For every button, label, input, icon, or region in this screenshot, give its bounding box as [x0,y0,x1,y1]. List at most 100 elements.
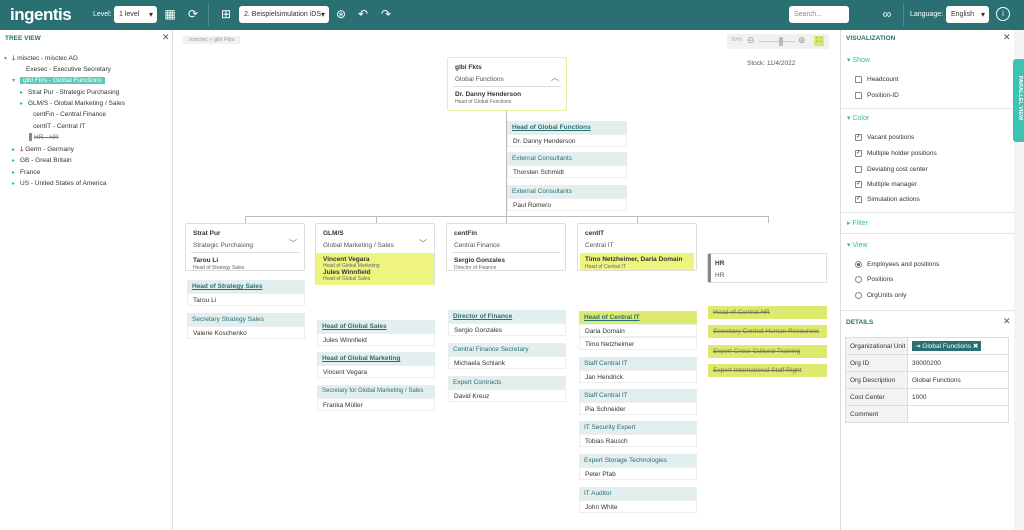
checkbox[interactable] [855,76,862,83]
chevron-down-icon[interactable]: ﹀ [289,238,297,249]
checkbox-checked[interactable]: ✓ [855,196,862,203]
remove-icon[interactable]: ✖ [973,343,978,350]
position-holder[interactable]: Franka Müller [317,398,435,411]
close-icon[interactable]: ✕ [1003,32,1011,43]
chevron-down-icon[interactable]: ﹀ [419,238,427,249]
org-unit-card-root[interactable]: glbl Fkts Global Functions ︿ Dr. Danny H… [447,57,567,111]
tree-item[interactable]: centFin - Central Finance [33,110,106,120]
radio-positions[interactable]: Positions [855,276,893,283]
org-unit-card-deleted[interactable]: HR HR [707,253,827,283]
position-holder[interactable]: Jules Winnfield [317,333,435,346]
position-title[interactable]: Staff Central IT [579,389,697,402]
position-holder[interactable]: Daria Domain [579,324,697,337]
zoom-out-icon[interactable]: ⊖ [747,35,755,46]
position-title-deleted[interactable]: Secretary Central Human Resources [708,325,827,338]
position-holder[interactable]: Peter Pfab [579,467,697,480]
org-unit-chip[interactable]: ⇥ Global Functions ✖ [912,341,982,351]
checkbox-headcount[interactable]: Headcount [855,76,898,83]
org-unit-card[interactable]: Strat Pur Strategic Purchasing ﹀ Tarou L… [185,223,305,271]
position-title[interactable]: IT Auditor [579,487,697,500]
parallel-view-tab[interactable]: PARALLEL VIEW [1013,59,1024,142]
position-title[interactable]: Secretary for Global Marketing / Sales [317,385,435,398]
position-holder[interactable]: John White [579,500,697,513]
tree-item[interactable]: centIT - Central IT [33,122,85,132]
position-title[interactable]: Expert Storage Technologies [579,454,697,467]
checkbox-checked[interactable]: ✓ [855,150,862,157]
radio[interactable] [855,276,862,283]
position-holder[interactable]: Michaela Schlank [448,356,566,369]
tree-item[interactable]: ▾ 🡓 misctec - misctec AG [4,54,78,64]
checkbox-position-id[interactable]: Position-ID [855,92,899,99]
expand-icon[interactable]: ▸ [20,88,28,98]
position-title[interactable]: Staff Central IT [579,357,697,370]
tree-item[interactable]: HR - HR [29,133,59,143]
color-section-toggle[interactable]: ▾ Color [847,114,869,122]
position-holder[interactable]: Tobias Rausch [579,434,697,447]
radio-orgunits-only[interactable]: OrgUnits only [855,292,906,299]
position-title[interactable]: Secretary Strategy Sales [187,313,305,326]
close-icon[interactable]: ✕ [162,32,170,43]
position-title[interactable]: External Consultants [507,152,627,165]
radio[interactable] [855,292,862,299]
checkbox-vacant-positions[interactable]: ✓ Vacant positions [855,134,914,141]
position-title[interactable]: IT Security Expert [579,421,697,434]
tree-item[interactable]: ▾ glbl Fkts - Global Functions [12,76,105,86]
collapse-icon[interactable]: ▾ [4,54,12,64]
breadcrumb[interactable]: misctec > glbl Fkts [183,36,241,44]
position-holder[interactable]: Valerie Koschenko [187,326,305,339]
checkbox-simulation-actions[interactable]: ✓ Simulation actions [855,196,920,203]
checkbox-checked[interactable]: ✓ [855,134,862,141]
expand-icon[interactable]: ▸ [20,99,28,109]
language-select[interactable]: English ▾ [946,6,989,23]
tree-item[interactable]: ▸ Strat Pur - Strategic Purchasing [20,88,119,98]
close-icon[interactable]: ✕ [1003,316,1011,327]
radio-employees-and-positions[interactable]: Employees and positions [855,261,939,268]
redo-icon[interactable]: ↷ [379,7,393,21]
expand-icon[interactable]: ▸ [12,168,20,178]
position-holder[interactable]: Pia Schneider [579,402,697,415]
show-section-toggle[interactable]: ▾ Show [847,56,870,64]
org-chart-canvas[interactable]: misctec > glbl Fkts 99% ⊖ ⊕ ⛶ Stock: 11/… [173,30,840,530]
checkbox-multiple-manager[interactable]: ✓ Multiple manager [855,181,917,188]
tree-item[interactable]: Exesec - Executive Secretary [26,65,111,75]
checkbox-deviating-cost-center[interactable]: Deviating cost center [855,166,928,173]
org-unit-card[interactable]: GLM/S Global Marketing / Sales ﹀ Vincent… [315,223,435,285]
zoom-slider-handle[interactable] [779,37,783,46]
level-select[interactable]: 1 level ▾ [114,6,157,23]
position-holder[interactable]: Dr. Danny Henderson [507,134,627,147]
org-unit-card[interactable]: centIT Central IT Timo Netzheimer, Daria… [577,223,697,271]
expand-icon[interactable]: ▸ [12,156,20,166]
tree-item[interactable]: ▸ GLM/S - Global Marketing / Sales [20,99,125,109]
collapse-icon[interactable]: ▾ [12,76,20,86]
position-title[interactable]: External Consultants [507,185,627,198]
refresh-icon[interactable]: ⟳ [186,7,200,21]
position-holder[interactable]: Paul Romero [507,198,627,211]
filter-section-toggle[interactable]: ▸ Filter [847,219,868,227]
expand-icon[interactable]: ▸ [12,145,20,155]
org-unit-card[interactable]: centFin Central Finance Sergio Gonzales … [446,223,566,271]
position-holder[interactable]: Thorsten Schmidt [507,165,627,178]
position-holder[interactable]: Sergio Gonzales [448,323,566,336]
view-section-toggle[interactable]: ▾ View [847,241,868,249]
position-holder[interactable]: Jan Hendrick [579,370,697,383]
fit-to-screen-icon[interactable]: ⛶ [814,36,824,46]
position-title[interactable]: Central Finance Secretary [448,343,566,356]
checkbox-checked[interactable]: ✓ [855,181,862,188]
checkbox[interactable] [855,92,862,99]
zoom-in-icon[interactable]: ⊕ [798,35,806,46]
tree-item[interactable]: ▸ 🡓 Germ - Germany [12,145,74,155]
zoom-control[interactable]: 99% ⊖ ⊕ ⛶ [727,34,829,49]
position-holder[interactable]: Tarou Li [187,293,305,306]
position-title[interactable]: Head of Global Sales [317,320,435,333]
binoculars-icon[interactable]: ∞ [880,7,894,21]
position-holder[interactable]: Timo Netzheimer [579,337,697,350]
simulation-icon[interactable]: ⊞ [219,7,233,21]
undo-icon[interactable]: ↶ [356,7,370,21]
chevron-up-icon[interactable]: ︿ [551,72,559,83]
simulation-select[interactable]: 2. Beispielsimulation iDS ▾ [239,6,329,23]
tree-item[interactable]: ▸ US - United States of America [12,179,106,189]
position-title[interactable]: Head of Strategy Sales [187,280,305,293]
position-title-deleted[interactable]: Expert Cross-Cultural Training [708,345,827,358]
checkbox-multiple-holder[interactable]: ✓ Multiple holder positions [855,150,937,157]
search-input[interactable]: Search... [789,6,849,23]
